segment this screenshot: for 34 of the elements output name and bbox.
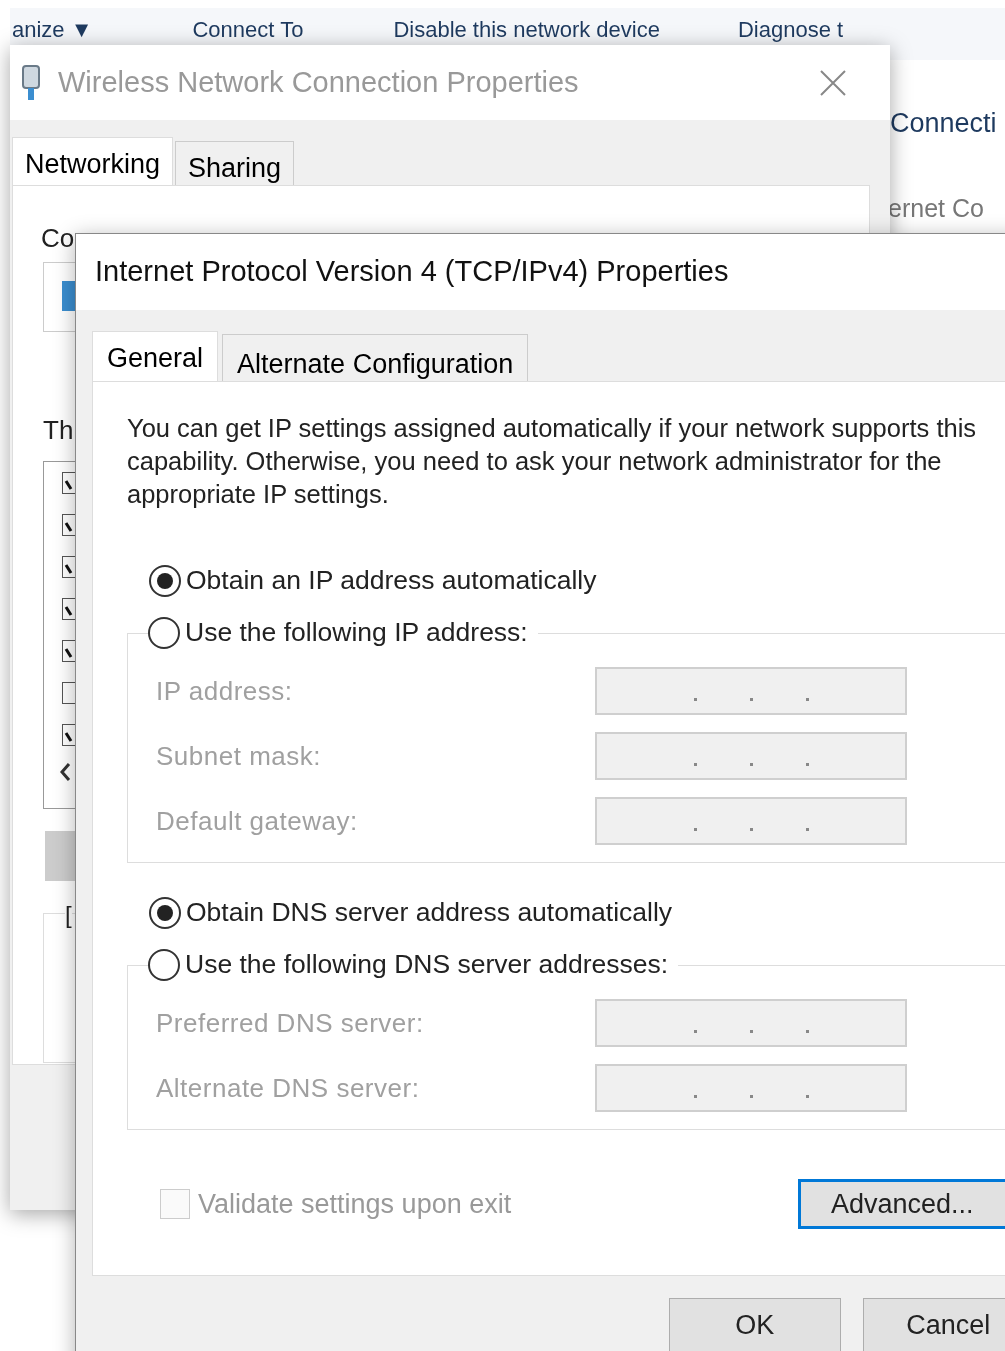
toolbar-button[interactable]: anize ▼ — [12, 18, 93, 42]
window-title: Internet Protocol Version 4 (TCP/IPv4) Properties — [95, 254, 729, 290]
list-label: Th — [43, 414, 74, 447]
toolbar-button[interactable]: Disable this network device — [393, 18, 660, 42]
radio-label: Obtain an IP address automatically — [186, 564, 597, 598]
radio-button[interactable] — [148, 617, 180, 649]
field-label: Co — [41, 222, 75, 255]
radio-label: Use the following IP address: — [185, 616, 528, 650]
field-label: IP address: — [156, 674, 293, 708]
field-label: Preferred DNS server: — [156, 1006, 424, 1040]
radio-label: Use the following DNS server addresses: — [185, 948, 669, 982]
tab[interactable]: General — [92, 331, 219, 381]
radio-button[interactable] — [149, 897, 181, 929]
checkbox-label: Validate settings upon exit — [198, 1187, 512, 1221]
toolbar-button[interactable]: Connect To — [192, 18, 304, 42]
description-text: You can get IP settings assigned automatically if your network supports this capability. Otherwise, you need to ask your network administrator for the appropriate IP settings. — [127, 413, 978, 510]
field-label: Alternate DNS server: — [156, 1071, 420, 1105]
window-header: Connecti — [890, 107, 998, 140]
toolbar-button[interactable]: Diagnose t — [737, 18, 844, 42]
window-title: Wireless Network Connection Properties — [58, 64, 579, 100]
tab[interactable]: Sharing — [175, 141, 295, 185]
advanced-button[interactable]: Advanced... — [798, 1179, 1005, 1229]
tab[interactable]: Networking — [12, 137, 174, 185]
chevron-left-icon[interactable] — [59, 762, 71, 782]
field-label: Subnet mask: — [156, 739, 321, 773]
field-label: Default gateway: — [156, 804, 358, 838]
dialog-button[interactable]: OK — [669, 1298, 841, 1351]
dialog-button[interactable]: Cancel — [862, 1298, 1005, 1351]
connection-name: ernet Co — [888, 192, 985, 224]
tab[interactable]: Alternate Configuration — [222, 334, 529, 381]
close-icon[interactable] — [818, 68, 847, 97]
radio-label: Obtain DNS server address automatically — [186, 896, 673, 930]
radio-button[interactable] — [148, 949, 180, 981]
radio-button[interactable] — [149, 565, 181, 597]
